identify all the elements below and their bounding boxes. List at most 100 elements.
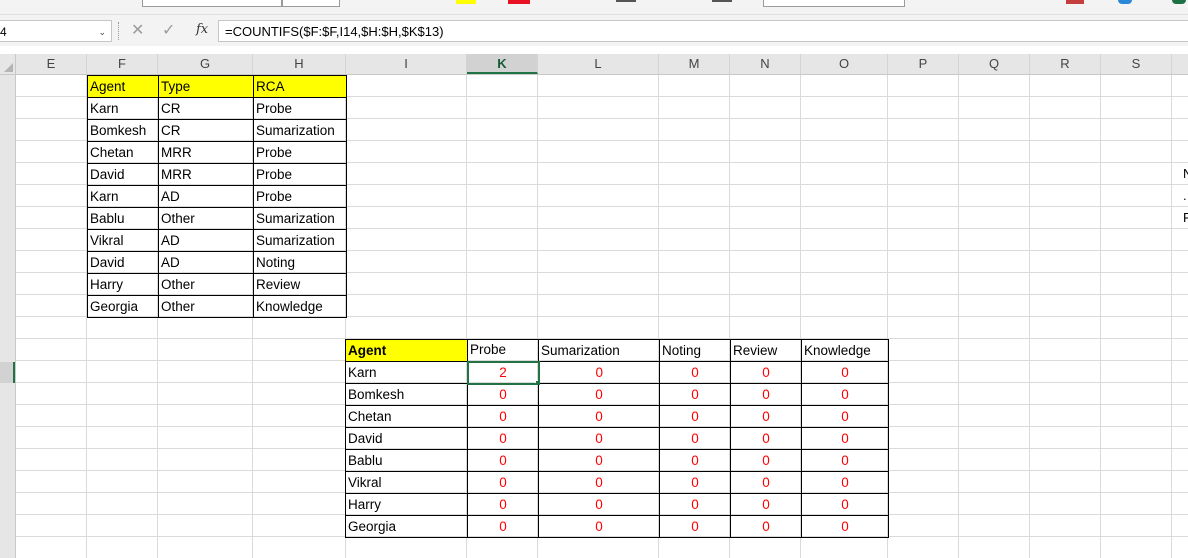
- agent-cell[interactable]: David: [345, 427, 468, 450]
- value-cell[interactable]: Knowledge: [253, 295, 347, 318]
- agent-cell[interactable]: Karn: [345, 361, 468, 384]
- agent-cell[interactable]: Bomkesh: [345, 383, 468, 406]
- selected-cell[interactable]: 2: [466, 360, 540, 385]
- agent-cell[interactable]: Vikral: [345, 471, 468, 494]
- column-header-s[interactable]: S: [1101, 54, 1172, 74]
- value-cell[interactable]: 0: [538, 361, 660, 384]
- agent-cell[interactable]: David: [87, 251, 159, 274]
- value-cell[interactable]: Probe: [253, 141, 347, 164]
- value-cell[interactable]: 0: [730, 515, 802, 538]
- value-cell[interactable]: 0: [801, 383, 889, 406]
- value-cell[interactable]: 0: [538, 383, 660, 406]
- value-cell[interactable]: 0: [730, 471, 802, 494]
- value-cell[interactable]: 0: [730, 361, 802, 384]
- value-cell[interactable]: 0: [801, 361, 889, 384]
- column-header-k[interactable]: K: [467, 54, 538, 74]
- value-cell[interactable]: 0: [538, 427, 660, 450]
- value-cell[interactable]: AD: [158, 251, 254, 274]
- value-cell[interactable]: CR: [158, 97, 254, 120]
- value-cell[interactable]: 0: [467, 449, 539, 472]
- value-cell[interactable]: Probe: [253, 185, 347, 208]
- value-cell[interactable]: 0: [730, 427, 802, 450]
- number-format-combo[interactable]: [763, 0, 905, 7]
- value-cell[interactable]: 0: [538, 449, 660, 472]
- value-cell[interactable]: Probe: [253, 163, 347, 186]
- font-name-combo[interactable]: [142, 0, 282, 7]
- value-cell[interactable]: Sumarization: [253, 229, 347, 252]
- value-cell[interactable]: 0: [467, 471, 539, 494]
- header-cell[interactable]: Probe: [467, 339, 539, 362]
- value-cell[interactable]: CR: [158, 119, 254, 142]
- value-cell[interactable]: 0: [801, 449, 889, 472]
- value-cell[interactable]: 0: [659, 515, 731, 538]
- chevron-down-icon[interactable]: ⌄: [98, 21, 106, 43]
- value-cell[interactable]: 0: [801, 493, 889, 516]
- agent-cell[interactable]: Bablu: [87, 207, 159, 230]
- column-header-e[interactable]: E: [16, 54, 87, 74]
- agent-cell[interactable]: Chetan: [87, 141, 159, 164]
- insert-icon[interactable]: [1172, 0, 1186, 4]
- header-cell[interactable]: Sumarization: [538, 339, 660, 362]
- conditional-format-icon[interactable]: [1066, 0, 1084, 4]
- value-cell[interactable]: MRR: [158, 141, 254, 164]
- header-cell[interactable]: Review: [730, 339, 802, 362]
- font-color-swatch[interactable]: [508, 0, 530, 4]
- column-header-r[interactable]: R: [1030, 54, 1101, 74]
- cancel-icon[interactable]: ✕: [131, 21, 144, 41]
- row-headers[interactable]: [0, 75, 16, 558]
- agent-cell[interactable]: Bablu: [345, 449, 468, 472]
- name-box[interactable]: 4 ⌄: [0, 20, 112, 42]
- value-cell[interactable]: 0: [467, 515, 539, 538]
- formula-input[interactable]: =COUNTIFS($F:$F,I14,$H:$H,$K$13): [218, 20, 1188, 42]
- value-cell[interactable]: Probe: [253, 97, 347, 120]
- value-cell[interactable]: 0: [730, 405, 802, 428]
- agent-cell[interactable]: Georgia: [345, 515, 468, 538]
- value-cell[interactable]: 0: [730, 493, 802, 516]
- value-cell[interactable]: AD: [158, 185, 254, 208]
- value-cell[interactable]: Review: [253, 273, 347, 296]
- agent-cell[interactable]: Chetan: [345, 405, 468, 428]
- value-cell[interactable]: Sumarization: [253, 119, 347, 142]
- value-cell[interactable]: 0: [659, 449, 731, 472]
- column-header-g[interactable]: G: [158, 54, 253, 74]
- select-all-corner[interactable]: [0, 54, 16, 74]
- column-header-f[interactable]: F: [87, 54, 158, 74]
- value-cell[interactable]: Other: [158, 273, 254, 296]
- agent-cell[interactable]: Vikral: [87, 229, 159, 252]
- value-cell[interactable]: 0: [538, 405, 660, 428]
- header-cell[interactable]: Type: [158, 75, 254, 98]
- agent-cell[interactable]: Karn: [87, 97, 159, 120]
- column-header-n[interactable]: N: [730, 54, 801, 74]
- value-cell[interactable]: 0: [801, 427, 889, 450]
- agent-cell[interactable]: David: [87, 163, 159, 186]
- value-cell[interactable]: 0: [730, 449, 802, 472]
- column-header-p[interactable]: P: [888, 54, 959, 74]
- value-cell[interactable]: 0: [538, 471, 660, 494]
- value-cell[interactable]: 0: [538, 493, 660, 516]
- column-header-o[interactable]: O: [801, 54, 888, 74]
- value-cell[interactable]: 0: [538, 515, 660, 538]
- align-icon[interactable]: [616, 0, 636, 2]
- column-header-m[interactable]: M: [659, 54, 730, 74]
- value-cell[interactable]: 0: [801, 471, 889, 494]
- value-cell[interactable]: 0: [467, 383, 539, 406]
- value-cell[interactable]: 0: [659, 493, 731, 516]
- value-cell[interactable]: 0: [801, 515, 889, 538]
- value-cell[interactable]: 0: [659, 427, 731, 450]
- fill-color-swatch[interactable]: [456, 0, 476, 4]
- value-cell[interactable]: Other: [158, 295, 254, 318]
- column-header-q[interactable]: Q: [959, 54, 1030, 74]
- value-cell[interactable]: 0: [659, 471, 731, 494]
- styles-icon[interactable]: [1118, 0, 1132, 4]
- agent-cell[interactable]: Georgia: [87, 295, 159, 318]
- value-cell[interactable]: 0: [467, 427, 539, 450]
- font-size-combo[interactable]: [282, 0, 340, 7]
- header-cell[interactable]: Noting: [659, 339, 731, 362]
- enter-icon[interactable]: ✓: [162, 21, 175, 41]
- column-header-i[interactable]: I: [346, 54, 467, 74]
- value-cell[interactable]: AD: [158, 229, 254, 252]
- value-cell[interactable]: 0: [801, 405, 889, 428]
- header-cell[interactable]: Agent: [87, 75, 159, 98]
- active-row-header[interactable]: [0, 362, 15, 383]
- agent-cell[interactable]: Harry: [87, 273, 159, 296]
